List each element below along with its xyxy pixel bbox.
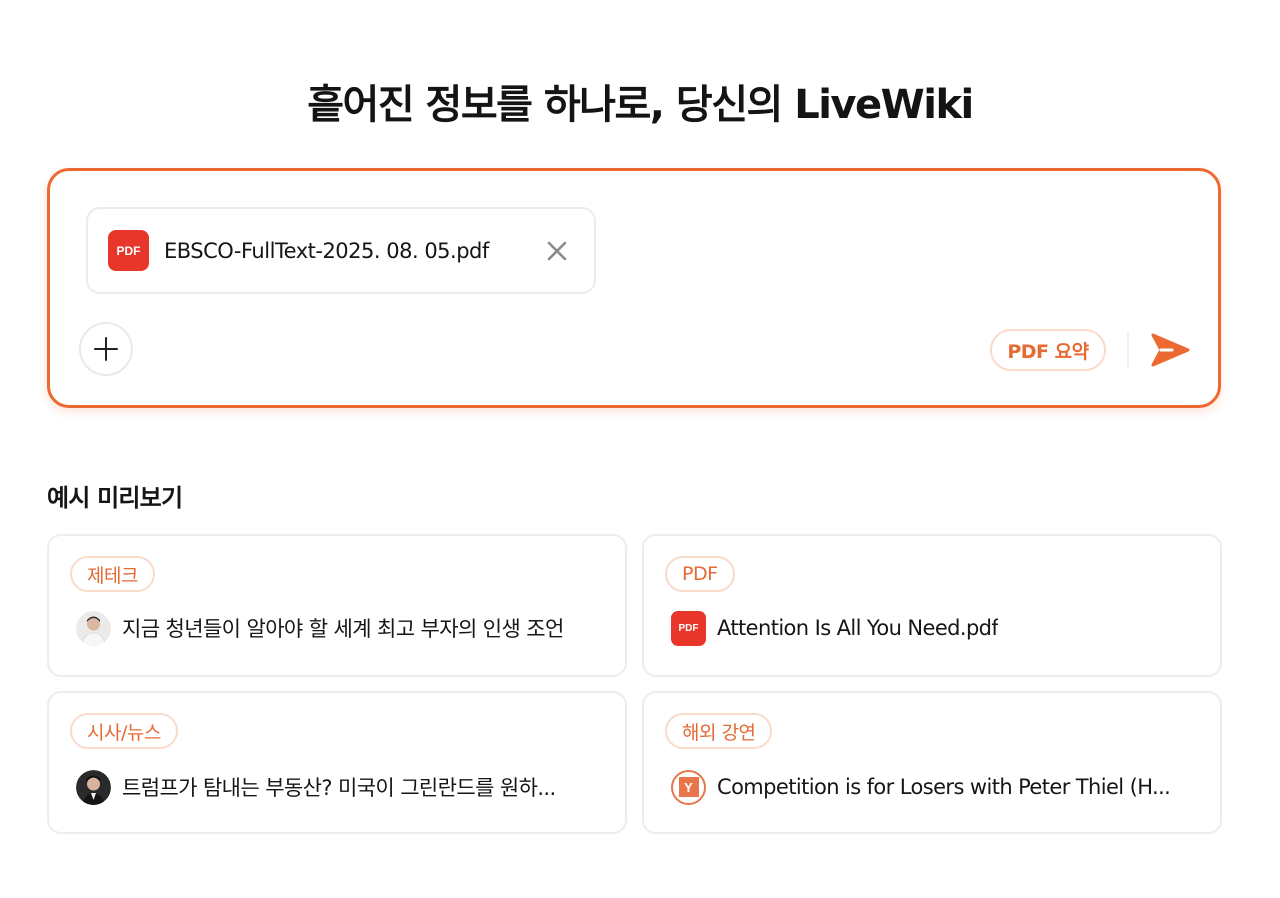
example-card[interactable]: 제테크 지금 청년들이 알아야 할 세계 최고 부자의 인생 조언 — [47, 534, 627, 677]
add-attachment-button[interactable] — [79, 322, 133, 376]
category-tag: 제테크 — [70, 556, 155, 592]
pdf-file-icon: PDF — [671, 610, 706, 646]
example-card[interactable]: 시사/뉴스 트럼프가 탐내는 부동산? 미국이 그린란드를 원하... — [47, 691, 627, 834]
divider — [1127, 331, 1129, 369]
page-title: 흩어진 정보를 하나로, 당신의 LiveWiki — [307, 82, 974, 128]
avatar — [76, 610, 111, 646]
ycombinator-icon: Y — [671, 769, 706, 805]
card-title: 지금 청년들이 알아야 할 세계 최고 부자의 인생 조언 — [122, 617, 564, 641]
example-card[interactable]: 해외 강연 Y Competition is for Losers with P… — [642, 691, 1222, 834]
category-tag: 해외 강연 — [665, 713, 773, 749]
avatar — [76, 769, 111, 805]
composer-box[interactable]: PDF EBSCO-FullText-2025. 08. 05.pdf PDF … — [47, 168, 1221, 408]
examples-section-title: 예시 미리보기 — [47, 484, 183, 512]
send-button[interactable] — [1148, 328, 1192, 372]
card-title: 트럼프가 탐내는 부동산? 미국이 그린란드를 원하... — [122, 776, 556, 800]
close-icon — [547, 241, 567, 260]
plus-icon — [94, 337, 118, 361]
remove-attachment-button[interactable] — [544, 238, 570, 264]
pdf-summary-button[interactable]: PDF 요약 — [990, 329, 1106, 371]
category-tag: PDF — [665, 556, 735, 592]
card-title: Competition is for Losers with Peter Thi… — [717, 775, 1171, 799]
pdf-file-icon: PDF — [108, 230, 149, 271]
attached-file-name: EBSCO-FullText-2025. 08. 05.pdf — [164, 238, 489, 263]
attached-file-chip: PDF EBSCO-FullText-2025. 08. 05.pdf — [86, 207, 596, 294]
example-card[interactable]: PDF PDF Attention Is All You Need.pdf — [642, 534, 1222, 677]
send-icon — [1151, 333, 1190, 367]
ycombinator-letter: Y — [678, 777, 699, 797]
card-title: Attention Is All You Need.pdf — [717, 616, 999, 640]
category-tag: 시사/뉴스 — [70, 713, 178, 749]
